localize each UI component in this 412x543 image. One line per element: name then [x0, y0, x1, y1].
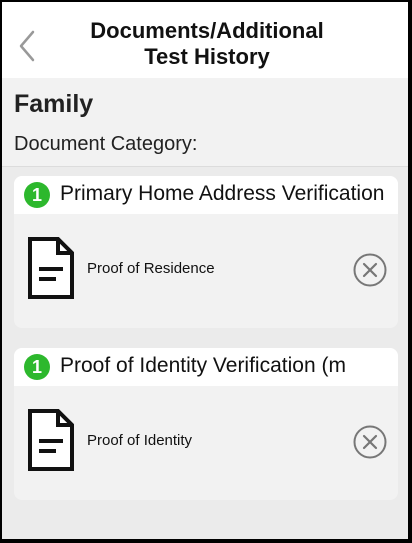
category-title: Primary Home Address Verification — [60, 182, 385, 205]
count-badge: 1 — [24, 182, 50, 208]
back-button[interactable] — [12, 26, 42, 66]
document-category-card: 1 Proof of Identity Verification (m Proo… — [14, 348, 398, 500]
count-badge: 1 — [24, 354, 50, 380]
remove-circle-x-icon[interactable] — [352, 424, 388, 460]
document-label: Proof of Residence — [87, 260, 215, 277]
section-header: Family Document Category: — [2, 78, 408, 167]
remove-circle-x-icon[interactable] — [352, 252, 388, 288]
nav-header: Documents/Additional Test History — [2, 2, 408, 78]
card-header: 1 Proof of Identity Verification (m — [14, 348, 398, 386]
document-category-card: 1 Primary Home Address Verification Proo… — [14, 176, 398, 328]
chevron-left-icon — [19, 30, 35, 62]
category-title: Proof of Identity Verification (m — [60, 354, 346, 377]
section-title: Family — [14, 90, 94, 118]
app-screen: Documents/Additional Test History Family… — [2, 2, 408, 539]
document-label: Proof of Identity — [87, 432, 193, 449]
page-title-line-1: Documents/Additional — [90, 18, 324, 43]
page-title: Documents/Additional Test History — [62, 18, 352, 70]
page-title-line-2: Test History — [144, 44, 270, 69]
document-icon — [28, 409, 74, 471]
document-icon — [28, 237, 74, 299]
card-header: 1 Primary Home Address Verification — [14, 176, 398, 214]
document-category-label: Document Category: — [14, 133, 198, 155]
